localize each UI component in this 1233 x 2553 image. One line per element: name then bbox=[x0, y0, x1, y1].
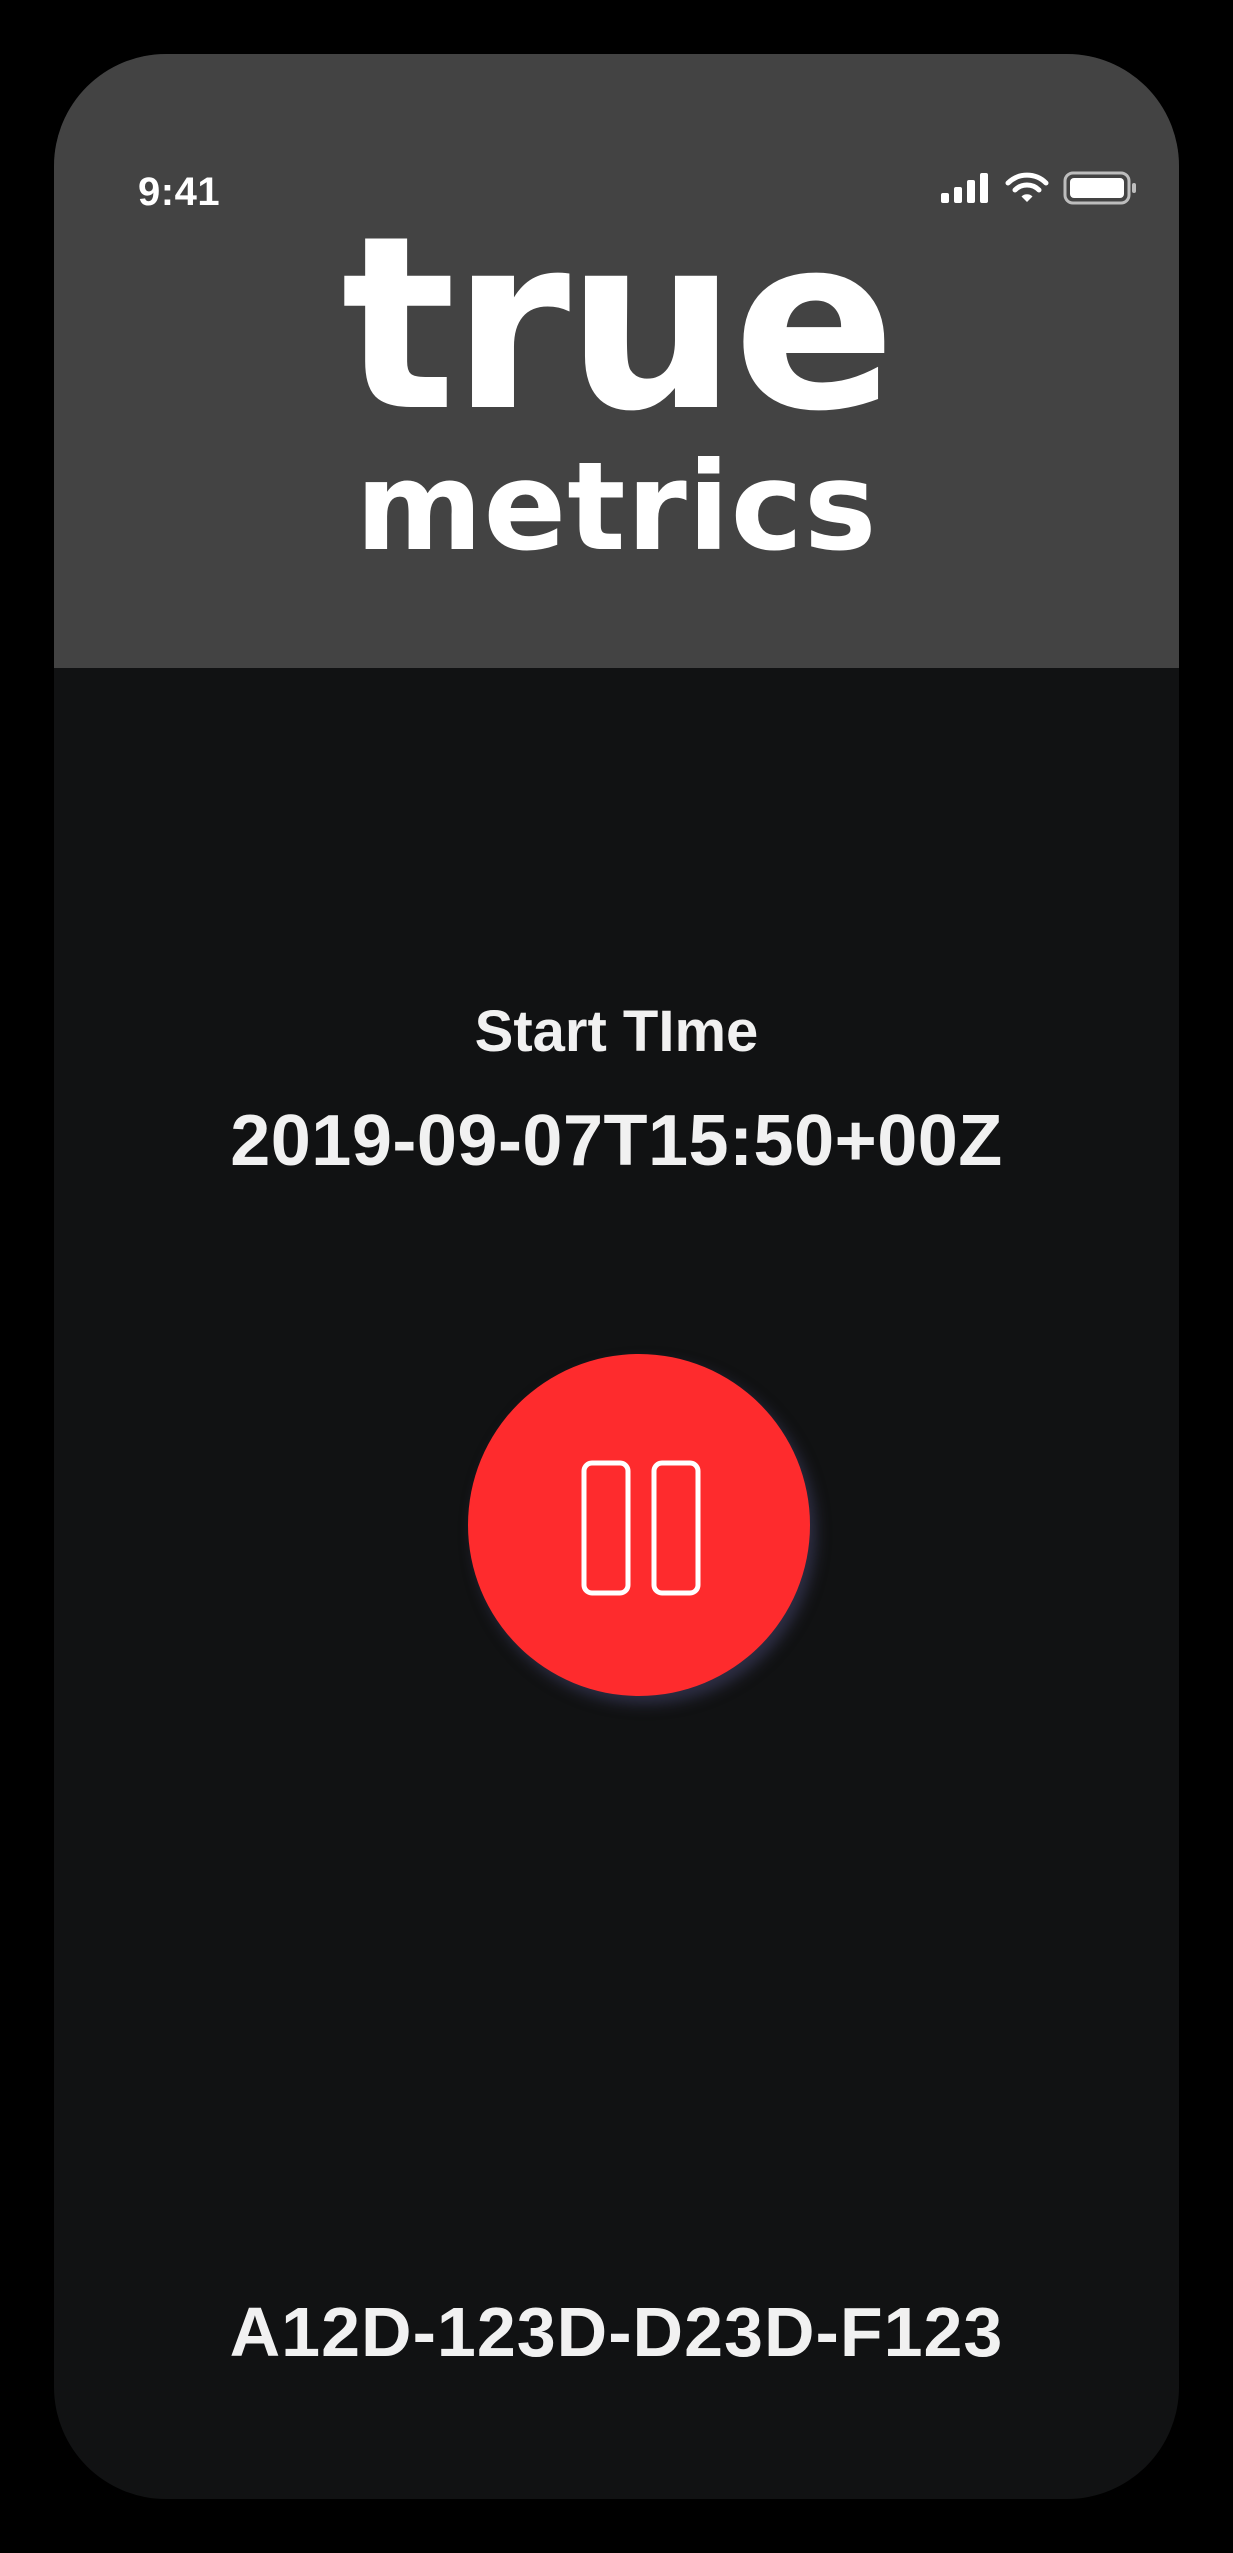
start-time-label: Start TIme bbox=[474, 999, 759, 1064]
app-logo-true: true bbox=[341, 184, 896, 464]
app-header: 9:41 true metrics bbox=[54, 54, 1179, 668]
pause-button[interactable] bbox=[468, 1354, 810, 1696]
app-logo-metrics: metrics bbox=[355, 436, 878, 578]
phone-frame: 9:41 true metrics Start TIme 2019-09-07T… bbox=[0, 0, 1233, 2553]
app-screen: 9:41 true metrics Start TIme 2019-09-07T… bbox=[54, 54, 1179, 2499]
cellular-signal-icon bbox=[941, 172, 991, 208]
start-time-value: 2019-09-07T15:50+00Z bbox=[230, 1101, 1003, 1181]
pause-icon bbox=[581, 1460, 701, 1596]
device-id: A12D-123D-D23D-F123 bbox=[229, 2293, 1004, 2371]
wifi-icon bbox=[1005, 172, 1049, 209]
